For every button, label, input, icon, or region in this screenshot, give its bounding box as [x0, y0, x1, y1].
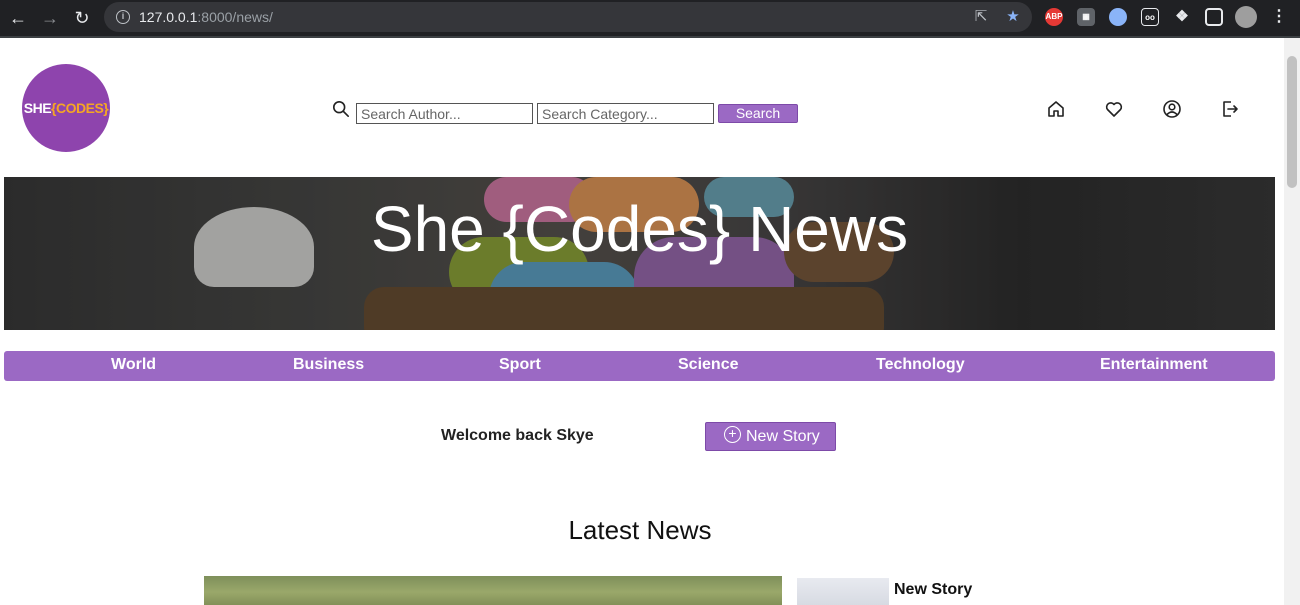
share-icon[interactable]: ⇱ [972, 8, 990, 26]
category-world[interactable]: World [111, 356, 156, 374]
forward-arrow-icon[interactable]: → [38, 6, 62, 30]
site-info-icon[interactable]: i [116, 10, 130, 24]
latest-news-heading: Latest News [568, 515, 712, 545]
adblock-extension-icon[interactable]: ABP [1045, 8, 1063, 26]
address-bar[interactable]: i 127.0.0.1:8000/news/ ⇱ ★ [104, 2, 1032, 32]
story-thumbnail[interactable] [797, 578, 889, 605]
search-author-input[interactable] [356, 103, 533, 124]
home-icon[interactable] [1046, 99, 1066, 119]
extension-icon[interactable]: oo [1141, 8, 1159, 26]
welcome-message: Welcome back Skye [441, 427, 594, 444]
category-sport[interactable]: Sport [499, 356, 541, 374]
extension-icon[interactable] [1109, 8, 1127, 26]
profile-avatar[interactable] [1235, 6, 1257, 28]
bookmark-star-icon[interactable]: ★ [1004, 8, 1022, 26]
vertical-scrollbar[interactable] [1284, 38, 1300, 605]
back-arrow-icon[interactable]: ← [6, 6, 30, 30]
puzzle-extensions-icon[interactable]: ❖ [1173, 8, 1191, 26]
new-story-label: New Story [746, 428, 820, 445]
browser-toolbar: ← → ↻ i 127.0.0.1:8000/news/ ⇱ ★ ABP ▦ o… [0, 0, 1300, 36]
category-entertainment[interactable]: Entertainment [1100, 356, 1208, 374]
category-business[interactable]: Business [293, 356, 364, 374]
menu-kebab-icon[interactable]: ⋮ [1270, 8, 1288, 26]
story-title[interactable]: New Story [894, 581, 972, 599]
new-story-button[interactable]: + New Story [705, 422, 836, 451]
extension-icon[interactable]: ▦ [1077, 8, 1095, 26]
user-profile-icon[interactable] [1162, 99, 1182, 119]
she-codes-logo[interactable]: SHE{CODES} [22, 64, 110, 152]
reload-icon[interactable]: ↻ [70, 6, 94, 30]
category-nav: World Business Sport Science Technology … [4, 351, 1275, 381]
url-text[interactable]: 127.0.0.1:8000/news/ [139, 9, 273, 25]
side-panel-icon[interactable] [1205, 8, 1223, 26]
hero-banner: She {Codes} News [4, 177, 1275, 330]
featured-story-image[interactable] [204, 576, 782, 605]
search-button[interactable]: Search [718, 104, 798, 123]
search-icon [332, 100, 350, 118]
logout-icon[interactable] [1220, 99, 1240, 119]
scrollbar-thumb[interactable] [1287, 56, 1297, 188]
category-science[interactable]: Science [678, 356, 738, 374]
heart-icon[interactable] [1104, 99, 1124, 119]
plus-circle-icon: + [724, 426, 741, 443]
category-technology[interactable]: Technology [876, 356, 965, 374]
search-category-input[interactable] [537, 103, 714, 124]
page-viewport: SHE{CODES} Search She {Codes} News World… [0, 38, 1284, 605]
hero-title: She {Codes} News [370, 193, 909, 265]
